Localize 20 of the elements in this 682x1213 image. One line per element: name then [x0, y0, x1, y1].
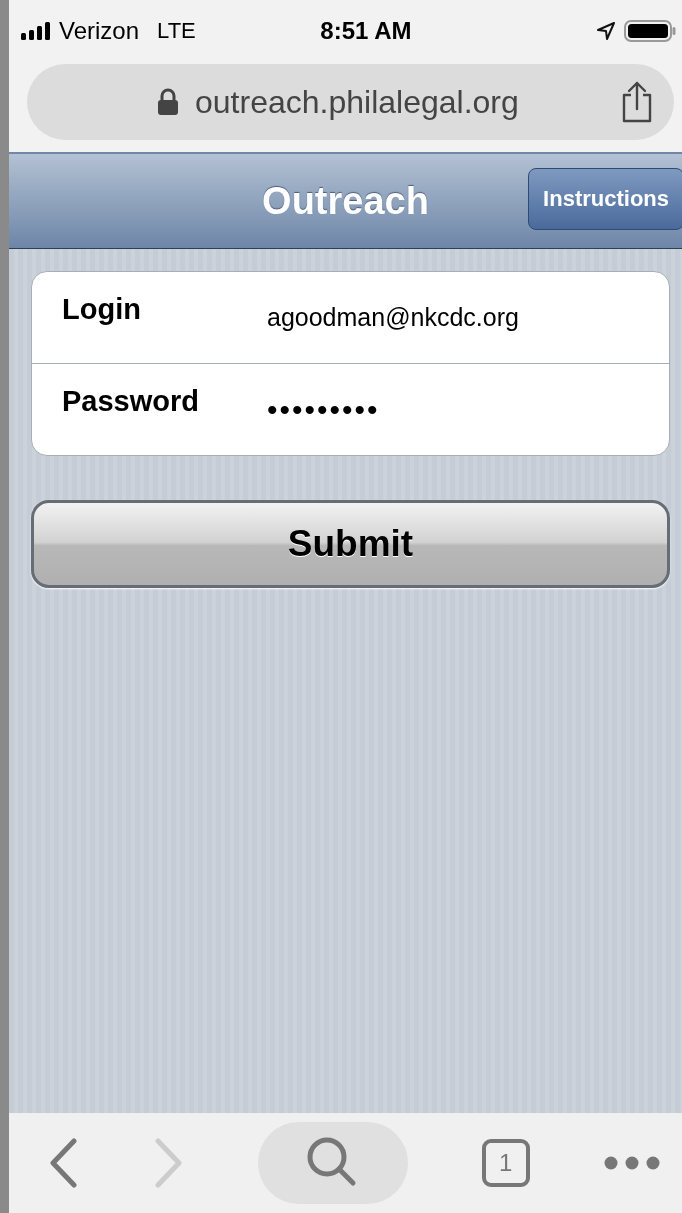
share-icon[interactable] — [620, 81, 654, 123]
url-text: outreach.philalegal.org — [195, 83, 519, 121]
password-field[interactable]: ••••••••• — [267, 392, 380, 427]
field-label: Login — [62, 293, 142, 326]
battery-icon — [624, 19, 676, 43]
network-type: LTE — [157, 18, 196, 44]
tabs-button[interactable]: 1 — [481, 1139, 530, 1187]
location-arrow-icon — [596, 21, 616, 41]
clock-time: 8:51 AM — [320, 17, 412, 45]
login-field[interactable]: agoodman@nkcdc.org — [267, 303, 519, 332]
page-title: Outreach — [262, 179, 429, 223]
address-bar[interactable]: outreach.philalegal.org — [27, 64, 674, 140]
back-icon[interactable] — [49, 1138, 79, 1188]
more-icon[interactable] — [604, 1156, 660, 1170]
submit-button[interactable]: Submit — [31, 500, 670, 588]
field-label: Password — [62, 385, 200, 418]
instructions-button[interactable]: Instructions — [528, 168, 682, 230]
carrier-name: Verizon — [59, 17, 140, 45]
lock-icon — [157, 88, 179, 116]
signal-icon — [21, 22, 51, 40]
